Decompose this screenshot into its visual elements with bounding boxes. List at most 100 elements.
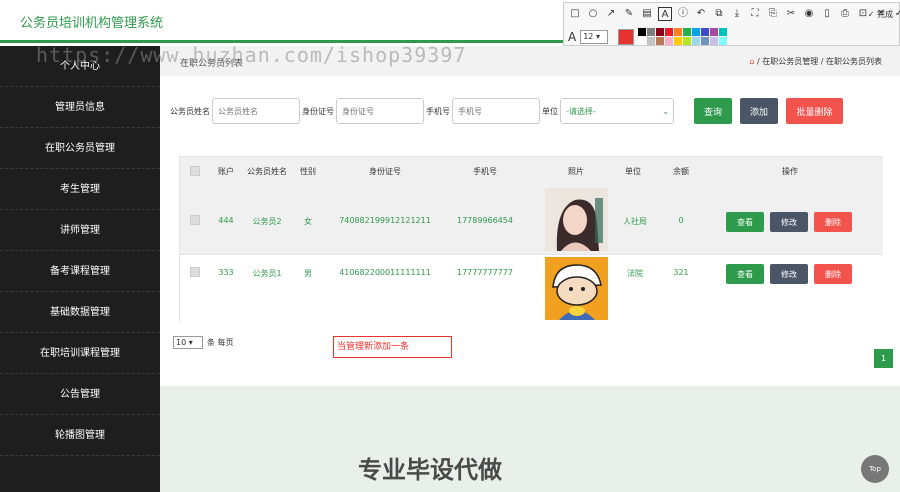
color-swatch[interactable] (701, 28, 710, 36)
back-to-top-button[interactable]: Top (861, 455, 889, 483)
breadcrumb-item[interactable]: 在职公务员管理 (762, 57, 818, 66)
color-swatch[interactable] (665, 37, 674, 45)
screenshot-tool-icon[interactable]: ✎ (622, 7, 636, 21)
color-swatch[interactable] (638, 37, 647, 45)
sidebar: 个人中心 管理员信息 在职公务员管理 考生管理 讲师管理 备考课程管理 基础数据… (0, 46, 160, 492)
sidebar-item-candidates[interactable]: 考生管理 (0, 169, 160, 210)
delete-button[interactable]: 删除 (814, 212, 852, 232)
color-swatch[interactable] (701, 37, 710, 45)
row-checkbox[interactable] (190, 267, 200, 277)
color-swatch[interactable] (710, 28, 719, 36)
font-size-select[interactable]: 12 ▾ (580, 29, 609, 44)
color-swatch[interactable] (710, 37, 719, 45)
edit-button[interactable]: 修改 (770, 212, 808, 232)
annotation-text-box[interactable]: 当管理新添加一条 (333, 336, 452, 358)
color-swatch[interactable] (674, 37, 683, 45)
screenshot-tool-icon[interactable]: ↗ (604, 7, 618, 21)
app-title: 公务员培训机构管理系统 (20, 16, 164, 31)
sidebar-item-admin[interactable]: 管理员信息 (0, 87, 160, 128)
delete-button[interactable]: 删除 (814, 264, 852, 284)
font-size-value: 12 (583, 31, 594, 41)
screenshot-tools: □ ○ ↗ ✎ ▤ Aⓘ ↶ ⧉ ⤓ ⛶ ⎘ ✂ ◉ ▯ ⎙ ⊡ ✕ ✓ (568, 7, 900, 21)
per-page-label: 条 每页 (207, 338, 234, 347)
content-panel: 在职公务员列表 ⌂ / 在职公务员管理 / 在职公务员列表 公务员姓名 身份证号… (160, 46, 900, 386)
page-size-select[interactable]: 10 ▾ (173, 336, 203, 349)
sidebar-item-prep-courses[interactable]: 备考课程管理 (0, 251, 160, 292)
query-button[interactable]: 查询 (694, 98, 732, 124)
select-all-checkbox[interactable] (190, 166, 200, 176)
screenshot-tool-icon[interactable]: ⤓ (730, 7, 744, 21)
sidebar-item-label: 考生管理 (60, 184, 100, 195)
sidebar-item-officials[interactable]: 在职公务员管理 (0, 128, 160, 169)
screenshot-tool-icon[interactable]: ↶ (694, 7, 708, 21)
breadcrumb-item: 在职公务员列表 (826, 57, 882, 66)
page-number-button[interactable]: 1 (874, 349, 893, 368)
view-button[interactable]: 查看 (726, 212, 764, 232)
phone-input[interactable] (452, 98, 540, 124)
screenshot-tool-icon[interactable]: ⎘ (766, 7, 780, 21)
screenshot-tool-icon[interactable]: ▯ (820, 7, 834, 21)
cell-unit: 人社局 (623, 217, 647, 226)
screenshot-tool-icon[interactable]: ⛶ (748, 7, 762, 21)
name-label: 公务员姓名 (170, 106, 210, 116)
screenshot-tool-icon[interactable]: ⧉ (712, 7, 726, 21)
color-swatch[interactable] (719, 37, 728, 45)
unit-select[interactable]: -请选择- ⌄ (560, 98, 674, 124)
sidebar-item-base-data[interactable]: 基础数据管理 (0, 292, 160, 333)
screenshot-tool-icon[interactable]: ▤ (640, 7, 654, 21)
col-account: 账户 (218, 167, 234, 176)
cell-gender: 男 (304, 269, 312, 278)
screenshot-tool-icon[interactable]: ○ (586, 7, 600, 21)
name-input[interactable] (212, 98, 300, 124)
color-swatch[interactable] (665, 28, 674, 36)
cell-id: 410682200011111111 (339, 268, 431, 277)
photo-girl-portrait (545, 188, 608, 251)
color-swatch[interactable] (656, 37, 665, 45)
row-checkbox[interactable] (190, 215, 200, 225)
sidebar-item-label: 轮播图管理 (55, 430, 105, 441)
cartoon-boy-image (545, 257, 608, 320)
cell-balance: 321 (673, 268, 689, 277)
sidebar-item-label: 备考课程管理 (50, 266, 110, 277)
cell-account: 444 (218, 216, 234, 225)
batch-delete-button[interactable]: 批量删除 (786, 98, 843, 124)
table-row: 444 公务员2 女 740882199912121211 1778996645… (180, 185, 883, 255)
view-button[interactable]: 查看 (726, 264, 764, 284)
color-swatch[interactable] (647, 28, 656, 36)
color-swatch[interactable] (692, 28, 701, 36)
screenshot-tool-icon[interactable]: ◉ (802, 7, 816, 21)
edit-button[interactable]: 修改 (770, 264, 808, 284)
screenshot-tool-icon[interactable]: ✂ (784, 7, 798, 21)
sidebar-item-label: 在职公务员管理 (45, 143, 115, 154)
color-swatch[interactable] (656, 28, 665, 36)
add-button[interactable]: 添加 (740, 98, 778, 124)
id-input[interactable] (336, 98, 424, 124)
screenshot-tool-icon[interactable]: ⎙ (838, 7, 852, 21)
screenshot-tool-icon[interactable]: ✓ (892, 7, 900, 21)
color-swatch[interactable] (674, 28, 683, 36)
sidebar-item-lecturers[interactable]: 讲师管理 (0, 210, 160, 251)
sidebar-item-training-courses[interactable]: 在职培训课程管理 (0, 333, 160, 374)
main-area: 在职公务员列表 ⌂ / 在职公务员管理 / 在职公务员列表 公务员姓名 身份证号… (160, 46, 900, 492)
sidebar-item-carousel[interactable]: 轮播图管理 (0, 415, 160, 456)
screenshot-tool-icon[interactable]: A (658, 7, 672, 21)
done-button[interactable]: ✓ 完成 (868, 9, 893, 20)
cell-account: 333 (218, 268, 234, 277)
color-swatch[interactable] (683, 28, 692, 36)
color-swatch[interactable] (647, 37, 656, 45)
color-swatch[interactable] (719, 28, 728, 36)
screenshot-tool-icon[interactable]: □ (568, 7, 582, 21)
color-swatch[interactable] (638, 28, 647, 36)
screenshot-tool-icon[interactable]: ⓘ (676, 7, 690, 21)
col-photo: 照片 (568, 167, 584, 176)
color-swatch[interactable] (692, 37, 701, 45)
color-swatch[interactable] (683, 37, 692, 45)
current-color-swatch[interactable] (618, 28, 635, 45)
home-icon[interactable]: ⌂ (749, 57, 754, 66)
cell-phone: 17789966454 (457, 216, 513, 225)
sidebar-item-label: 公告管理 (60, 389, 100, 400)
color-palette (638, 28, 728, 45)
col-name: 公务员姓名 (247, 167, 287, 176)
cell-name: 公务员2 (252, 217, 282, 226)
sidebar-item-notices[interactable]: 公告管理 (0, 374, 160, 415)
